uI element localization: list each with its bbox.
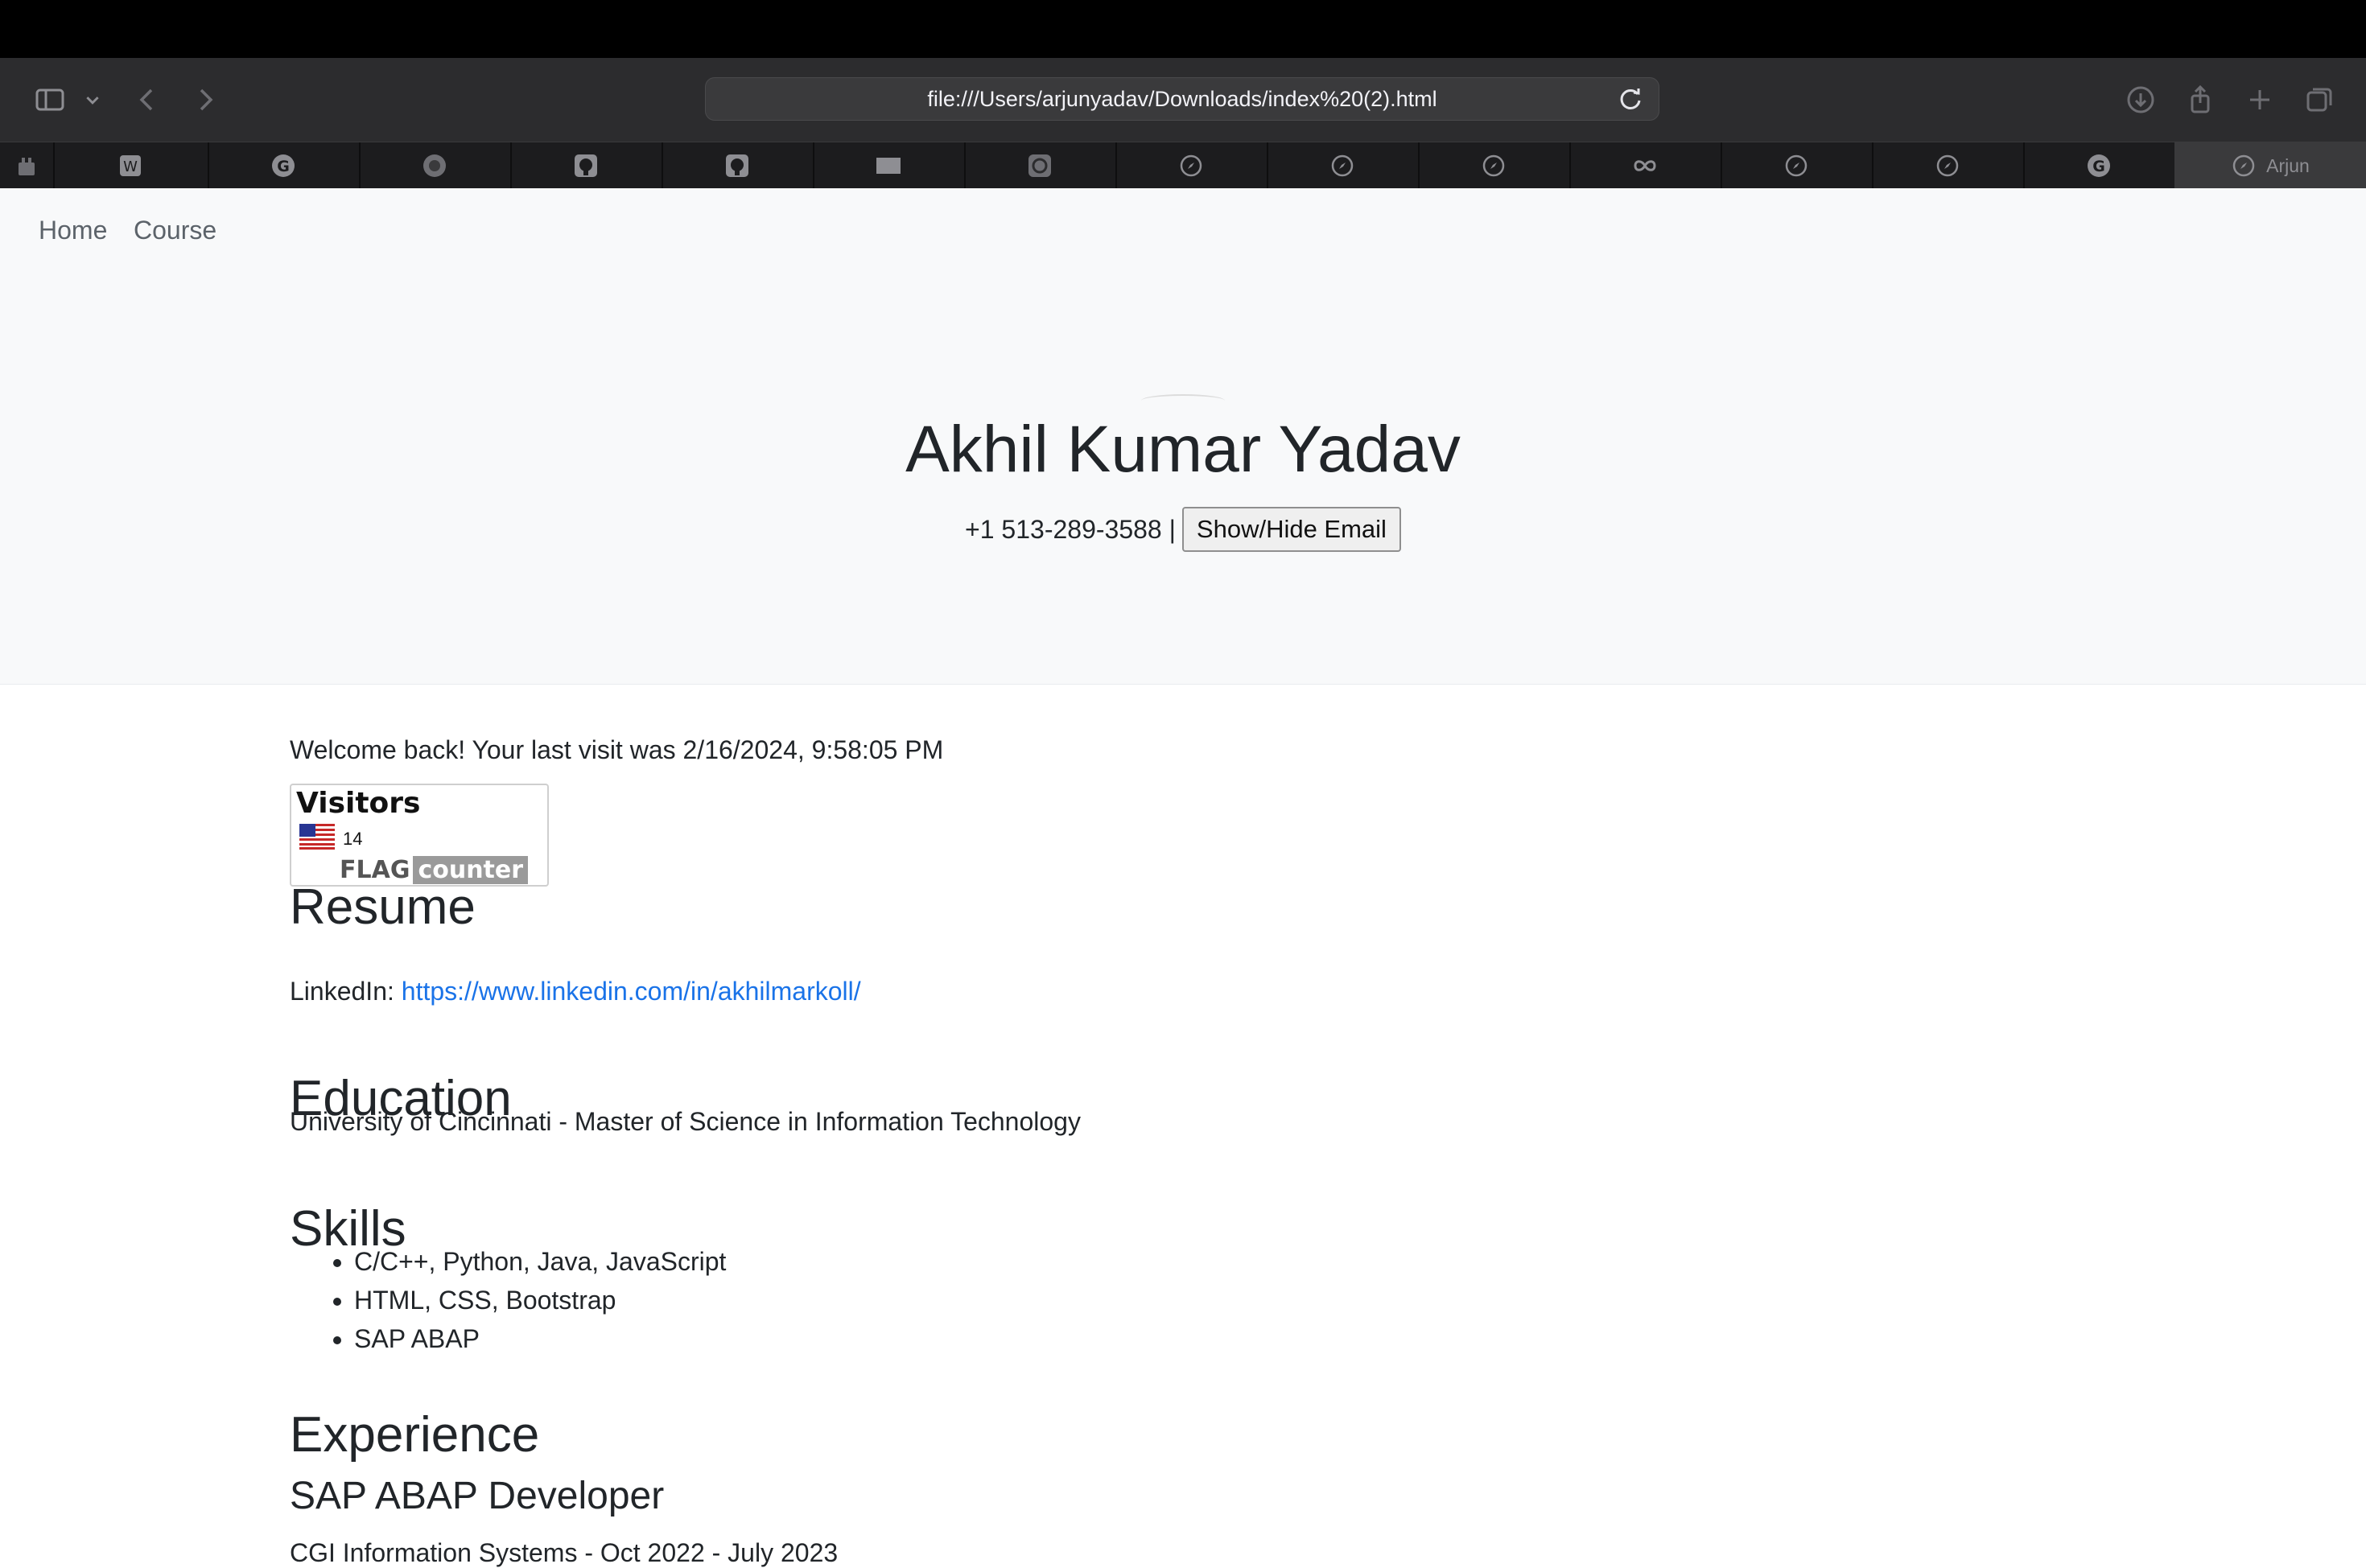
tab-8[interactable] xyxy=(1115,142,1268,189)
active-tab-label: Arjun xyxy=(2266,154,2310,176)
phone-text: +1 513-289-3588 | xyxy=(965,514,1176,544)
tab-1[interactable]: W xyxy=(53,142,209,189)
tab-active[interactable]: Arjun xyxy=(2174,142,2366,189)
contact-row: +1 513-289-3588 | Show/Hide Email xyxy=(0,507,2366,552)
share-icon[interactable] xyxy=(2183,82,2218,117)
show-hide-email-button[interactable]: Show/Hide Email xyxy=(1181,507,1401,552)
infinity-icon xyxy=(1634,160,1656,171)
page-title: Akhil Kumar Yadav xyxy=(905,413,1461,486)
linkedin-label: LinkedIn: xyxy=(290,977,394,1006)
tab-10[interactable] xyxy=(1418,142,1571,189)
linkedin-link[interactable]: https://www.linkedin.com/in/akhilmarkoll… xyxy=(402,977,861,1006)
tab-11[interactable] xyxy=(1569,142,1722,189)
tab-extension[interactable] xyxy=(0,142,55,189)
extension-icon xyxy=(19,158,35,175)
hero-section: Akhil Kumar Yadav +1 513-289-3588 | Show… xyxy=(0,275,2366,685)
svg-text:G: G xyxy=(2092,158,2105,175)
forward-arrow-icon[interactable] xyxy=(187,82,222,117)
flag-counter-widget[interactable]: Visitors 14 FLAG counter xyxy=(290,784,549,887)
job-detail: CGI Information Systems - Oct 2022 - Jul… xyxy=(290,1538,839,1567)
tab-6[interactable] xyxy=(813,142,966,189)
tab-9[interactable] xyxy=(1267,142,1420,189)
download-icon[interactable] xyxy=(2123,82,2158,117)
tab-14[interactable]: G xyxy=(2023,142,2176,189)
nav-home-link[interactable]: Home xyxy=(39,216,107,245)
tab-12[interactable] xyxy=(1721,142,1873,189)
tab-4[interactable] xyxy=(510,142,663,189)
web-page: Home Course Akhil Kumar Yadav +1 513-289… xyxy=(0,188,2366,1567)
job-title: SAP ABAP Developer xyxy=(290,1475,665,1517)
tab-7[interactable] xyxy=(964,142,1117,189)
compass-icon xyxy=(1331,154,1354,177)
nav-course-link[interactable]: Course xyxy=(134,216,216,245)
github-icon xyxy=(726,154,748,177)
welcome-message: Welcome back! Your last visit was 2/16/2… xyxy=(290,735,944,764)
back-arrow-icon[interactable] xyxy=(130,82,166,117)
new-tab-icon[interactable] xyxy=(2242,82,2277,117)
visitor-count: 14 xyxy=(343,829,363,849)
svg-text:W: W xyxy=(123,158,138,175)
flag-counter-title: Visitors xyxy=(296,787,421,820)
tab-3[interactable] xyxy=(359,142,512,189)
site-favicon-icon: W xyxy=(120,155,141,176)
tab-bar: W G G Arjun xyxy=(0,142,2366,189)
resume-heading: Resume xyxy=(290,879,476,935)
education-text: University of Cincinnati - Master of Sci… xyxy=(290,1107,1081,1136)
tab-2[interactable]: G xyxy=(208,142,361,189)
sidebar-toggle-icon[interactable] xyxy=(32,82,68,117)
browser-toolbar: file:///Users/arjunyadav/Downloads/index… xyxy=(0,58,2366,142)
list-item: SAP ABAP xyxy=(354,1319,726,1358)
site-navbar: Home Course xyxy=(0,188,2366,275)
system-menu-bar xyxy=(0,0,2366,58)
us-flag-icon xyxy=(299,824,335,850)
linkedin-line: LinkedIn: https://www.linkedin.com/in/ak… xyxy=(290,977,861,1006)
experience-heading: Experience xyxy=(290,1407,540,1463)
svg-text:G: G xyxy=(277,158,290,175)
compass-icon xyxy=(2232,154,2255,177)
list-item: HTML, CSS, Bootstrap xyxy=(354,1281,726,1319)
list-item: C/C++, Python, Java, JavaScript xyxy=(354,1242,726,1281)
google-icon: G xyxy=(2088,154,2110,177)
tab-overview-icon[interactable] xyxy=(2302,82,2337,117)
tab-5[interactable] xyxy=(662,142,814,189)
openai-icon xyxy=(1028,154,1051,177)
site-favicon-icon xyxy=(423,154,446,177)
profile-image xyxy=(1141,394,1225,407)
url-text: file:///Users/arjunyadav/Downloads/index… xyxy=(927,86,1437,111)
rectangle-favicon-icon xyxy=(876,158,901,174)
github-icon xyxy=(575,154,597,177)
google-icon: G xyxy=(272,154,295,177)
reload-icon[interactable] xyxy=(1616,84,1645,113)
compass-icon xyxy=(1180,154,1202,177)
chevron-down-icon[interactable] xyxy=(77,82,108,117)
compass-icon xyxy=(1482,154,1505,177)
compass-icon xyxy=(1785,154,1807,177)
tab-13[interactable] xyxy=(1872,142,2025,189)
address-bar[interactable]: file:///Users/arjunyadav/Downloads/index… xyxy=(705,77,1659,121)
skills-list: C/C++, Python, Java, JavaScript HTML, CS… xyxy=(290,1242,726,1358)
compass-icon xyxy=(1936,154,1959,177)
